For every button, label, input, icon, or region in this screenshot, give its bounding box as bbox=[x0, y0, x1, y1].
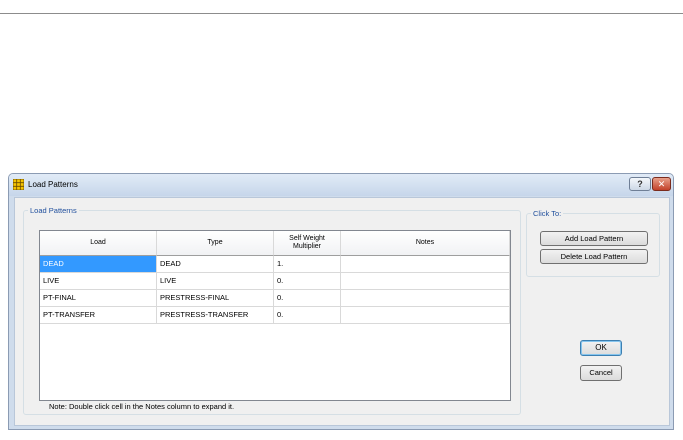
column-header-notes[interactable]: Notes bbox=[341, 231, 510, 256]
load-patterns-table[interactable]: Load Type Self Weight Multiplier Notes D… bbox=[39, 230, 511, 401]
column-header-self-weight-line1: Self Weight bbox=[289, 235, 325, 242]
delete-load-pattern-button[interactable]: Delete Load Pattern bbox=[540, 249, 648, 264]
multiplier-cell[interactable]: 0. bbox=[274, 290, 341, 307]
add-load-pattern-button[interactable]: Add Load Pattern bbox=[540, 231, 648, 246]
load-patterns-dialog: Load Patterns ? ✕ Load Patterns Click To… bbox=[8, 173, 674, 430]
click-to-legend: Click To: bbox=[533, 209, 562, 218]
column-header-self-weight[interactable]: Self Weight Multiplier bbox=[274, 231, 341, 256]
type-cell[interactable]: LIVE bbox=[157, 273, 274, 290]
multiplier-cell[interactable]: 0. bbox=[274, 307, 341, 324]
notes-hint: Note: Double click cell in the Notes col… bbox=[49, 402, 235, 411]
table-row[interactable]: LIVE LIVE 0. bbox=[40, 273, 510, 290]
notes-cell[interactable] bbox=[341, 273, 510, 290]
load-cell[interactable]: LIVE bbox=[40, 273, 157, 290]
close-button[interactable]: ✕ bbox=[652, 177, 671, 191]
type-cell[interactable]: PRESTRESS-TRANSFER bbox=[157, 307, 274, 324]
type-cell[interactable]: PRESTRESS-FINAL bbox=[157, 290, 274, 307]
table-row[interactable]: PT-TRANSFER PRESTRESS-TRANSFER 0. bbox=[40, 307, 510, 324]
title-bar[interactable]: Load Patterns ? ✕ bbox=[9, 174, 673, 196]
column-header-type-label: Type bbox=[207, 239, 223, 246]
notes-cell[interactable] bbox=[341, 290, 510, 307]
load-patterns-legend: Load Patterns bbox=[30, 206, 77, 215]
type-cell[interactable]: DEAD bbox=[157, 256, 274, 273]
window-title: Load Patterns bbox=[28, 180, 78, 189]
notes-cell[interactable] bbox=[341, 307, 510, 324]
ok-button[interactable]: OK bbox=[580, 340, 622, 356]
app-grid-icon bbox=[13, 179, 24, 190]
column-header-load[interactable]: Load bbox=[40, 231, 157, 256]
notes-cell[interactable] bbox=[341, 256, 510, 273]
column-header-type[interactable]: Type bbox=[157, 231, 274, 256]
table-row[interactable]: DEAD DEAD 1. bbox=[40, 256, 510, 273]
multiplier-cell[interactable]: 0. bbox=[274, 273, 341, 290]
load-cell[interactable]: PT-FINAL bbox=[40, 290, 157, 307]
table-row[interactable]: PT-FINAL PRESTRESS-FINAL 0. bbox=[40, 290, 510, 307]
column-header-notes-label: Notes bbox=[415, 239, 435, 246]
column-header-self-weight-line2: Multiplier bbox=[292, 243, 321, 250]
multiplier-cell[interactable]: 1. bbox=[274, 256, 341, 273]
cancel-button[interactable]: Cancel bbox=[580, 365, 622, 381]
load-cell[interactable]: PT-TRANSFER bbox=[40, 307, 157, 324]
help-button[interactable]: ? bbox=[629, 177, 651, 191]
column-header-load-label: Load bbox=[90, 239, 106, 246]
load-cell[interactable]: DEAD bbox=[40, 256, 157, 273]
top-divider bbox=[0, 13, 683, 14]
